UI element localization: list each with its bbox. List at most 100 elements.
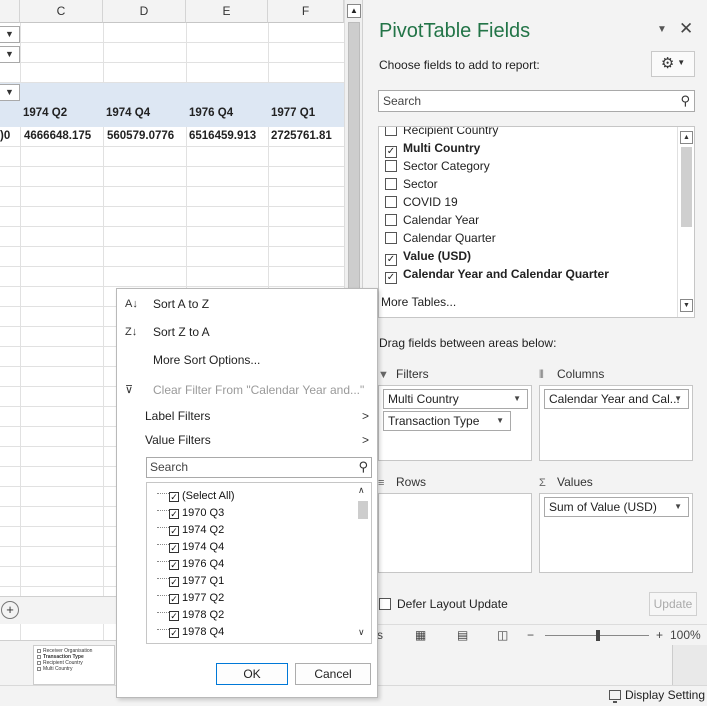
filter-chip-transaction-type[interactable]: Transaction Type ▼ <box>383 411 511 431</box>
value-chip-sum[interactable]: Sum of Value (USD) ▼ <box>544 497 689 517</box>
list-item[interactable]: ✓ (Select All) <box>157 486 235 502</box>
gray-block <box>672 645 707 685</box>
list-item[interactable]: ✓ 1978 Q4 <box>157 622 224 638</box>
list-item[interactable]: ✓ 1978 Q2 <box>157 605 224 621</box>
chevron-right-icon: > <box>361 433 369 447</box>
value-cell-c[interactable]: 4666648.175 <box>24 130 91 142</box>
value-cell-d[interactable]: 560579.0776 <box>107 130 174 142</box>
checkbox[interactable] <box>385 232 397 244</box>
more-sort-options-item[interactable]: More Sort Options... <box>117 349 377 371</box>
checkbox[interactable] <box>385 178 397 190</box>
field-item[interactable]: Recipient Country <box>385 127 498 139</box>
normal-view-icon[interactable]: ▦ <box>415 628 426 642</box>
chevron-down-icon[interactable]: ∨ <box>358 627 365 638</box>
column-chip-calendar[interactable]: Calendar Year and Cal... ▼ <box>544 389 689 409</box>
close-icon[interactable]: ✕ <box>679 19 693 39</box>
field-list-scrollbar[interactable]: ▲ ▼ <box>677 127 694 317</box>
header-cell-d[interactable]: 1974 Q4 <box>106 107 150 119</box>
column-header-d[interactable]: D <box>103 0 186 23</box>
page-break-view-icon[interactable]: ◫ <box>497 628 508 642</box>
zoom-out-icon[interactable]: − <box>527 628 534 642</box>
header-cell-e[interactable]: 1976 Q4 <box>189 107 233 119</box>
columns-drop-zone[interactable]: Calendar Year and Cal... ▼ <box>539 385 693 461</box>
filter-value-list[interactable]: ✓ (Select All) ✓ 1970 Q3 ✓ 1974 Q2 ✓ 1974 Q4… <box>146 482 372 644</box>
checkbox[interactable]: ✓ <box>169 577 179 587</box>
list-item[interactable]: ✓ 1970 Q3 <box>157 503 224 519</box>
checkbox[interactable]: ✓ <box>169 543 179 553</box>
field-item[interactable]: Calendar Quarter <box>385 229 496 247</box>
filter-dropdown-1[interactable]: ▼ <box>0 26 20 43</box>
value-cell-f[interactable]: 2725761.81 <box>271 130 344 142</box>
tools-gear-button[interactable]: ⚙ ▼ <box>651 51 695 77</box>
checkbox[interactable]: ✓ <box>169 611 179 621</box>
field-item[interactable]: ✓ Calendar Year and Calendar Quarter <box>385 265 609 284</box>
checkbox[interactable]: ✓ <box>169 492 179 502</box>
value-cell-b[interactable]: )0 <box>0 130 10 142</box>
column-labels-dropdown[interactable]: ▼ <box>0 84 20 101</box>
list-item[interactable]: ✓ 1974 Q4 <box>157 537 224 553</box>
add-sheet-icon[interactable]: + <box>1 601 19 619</box>
chevron-up-icon[interactable]: ∧ <box>358 485 365 496</box>
field-item[interactable]: ✓ Multi Country <box>385 139 480 158</box>
rows-drop-zone[interactable] <box>378 493 532 573</box>
zoom-in-icon[interactable]: + <box>656 628 663 642</box>
column-header-b[interactable] <box>0 0 20 23</box>
checkbox[interactable]: ✓ <box>385 272 397 284</box>
field-item[interactable]: COVID 19 <box>385 193 458 211</box>
page-layout-view-icon[interactable]: ▤ <box>457 628 468 642</box>
checkbox[interactable]: ✓ <box>169 594 179 604</box>
checkbox[interactable]: ✓ <box>169 628 179 638</box>
header-cell-c[interactable]: 1974 Q2 <box>23 107 67 119</box>
checkbox[interactable] <box>385 127 397 136</box>
field-item[interactable]: ✓ Value (USD) <box>385 247 471 266</box>
cancel-button[interactable]: Cancel <box>295 663 371 685</box>
field-item[interactable]: Sector Category <box>385 157 490 175</box>
list-item[interactable]: ✓ 1976 Q4 <box>157 554 224 570</box>
display-settings-button[interactable]: Display Setting <box>608 688 705 703</box>
value-cell-e[interactable]: 6516459.913 <box>189 130 256 142</box>
checkbox[interactable]: ✓ <box>169 560 179 570</box>
scroll-thumb[interactable] <box>681 147 692 227</box>
sort-z-to-a-item[interactable]: Z↓ Sort Z to A <box>117 321 377 343</box>
checkbox[interactable]: ✓ <box>169 509 179 519</box>
filter-dropdown-2[interactable]: ▼ <box>0 46 20 63</box>
label-filters-item[interactable]: Label Filters > <box>117 405 377 427</box>
zoom-level[interactable]: 100% <box>670 628 701 642</box>
filters-drop-zone[interactable]: Multi Country ▼ Transaction Type ▼ <box>378 385 532 461</box>
column-header-e[interactable]: E <box>186 0 268 23</box>
list-item[interactable]: ✓ 1974 Q2 <box>157 520 224 536</box>
checkbox[interactable] <box>385 196 397 208</box>
list-item[interactable]: ✓ 1977 Q2 <box>157 588 224 604</box>
filter-chip-multi-country[interactable]: Multi Country ▼ <box>383 389 528 409</box>
header-cell-f[interactable]: 1977 Q1 <box>271 107 315 119</box>
checkbox[interactable]: ✓ <box>169 526 179 536</box>
values-drop-zone[interactable]: Sum of Value (USD) ▼ <box>539 493 693 573</box>
pane-options-chevron-icon[interactable]: ▼ <box>657 24 667 35</box>
scroll-up-icon[interactable]: ▲ <box>680 131 693 144</box>
field-list[interactable]: Recipient Country ✓ Multi Country Sector … <box>378 126 695 318</box>
checkbox[interactable] <box>385 214 397 226</box>
ok-button[interactable]: OK <box>216 663 288 685</box>
filter-search-input[interactable]: Search ⚲ <box>146 457 372 478</box>
update-button[interactable]: Update <box>649 592 697 616</box>
scroll-down-icon[interactable]: ▼ <box>680 299 693 312</box>
column-header-c[interactable]: C <box>20 0 103 23</box>
column-header-f[interactable]: F <box>268 0 344 23</box>
field-item[interactable]: Sector <box>385 175 438 193</box>
checkbox[interactable] <box>379 598 391 610</box>
field-item[interactable]: Calendar Year <box>385 211 479 229</box>
columns-area: ⦀ Columns Calendar Year and Cal... ▼ <box>539 363 693 461</box>
scroll-thumb[interactable] <box>358 501 368 519</box>
checkbox[interactable] <box>385 160 397 172</box>
filters-area: ▼ Filters Multi Country ▼ Transaction Type… <box>378 363 532 461</box>
value-list-scrollbar[interactable]: ∧ ∨ <box>355 483 371 643</box>
more-tables-link[interactable]: More Tables... <box>381 295 456 309</box>
value-filters-item[interactable]: Value Filters > <box>117 429 377 451</box>
field-search-input[interactable]: Search ⚲ <box>378 90 695 112</box>
defer-layout-update[interactable]: Defer Layout Update <box>379 597 508 611</box>
zoom-slider-thumb[interactable] <box>596 630 600 641</box>
clear-filter-item[interactable]: ⊽ Clear Filter From "Calendar Year and...… <box>117 379 377 401</box>
scroll-up-icon[interactable]: ▲ <box>347 4 361 18</box>
list-item[interactable]: ✓ 1977 Q1 <box>157 571 224 587</box>
sort-a-to-z-item[interactable]: A↓ Sort A to Z <box>117 293 377 315</box>
